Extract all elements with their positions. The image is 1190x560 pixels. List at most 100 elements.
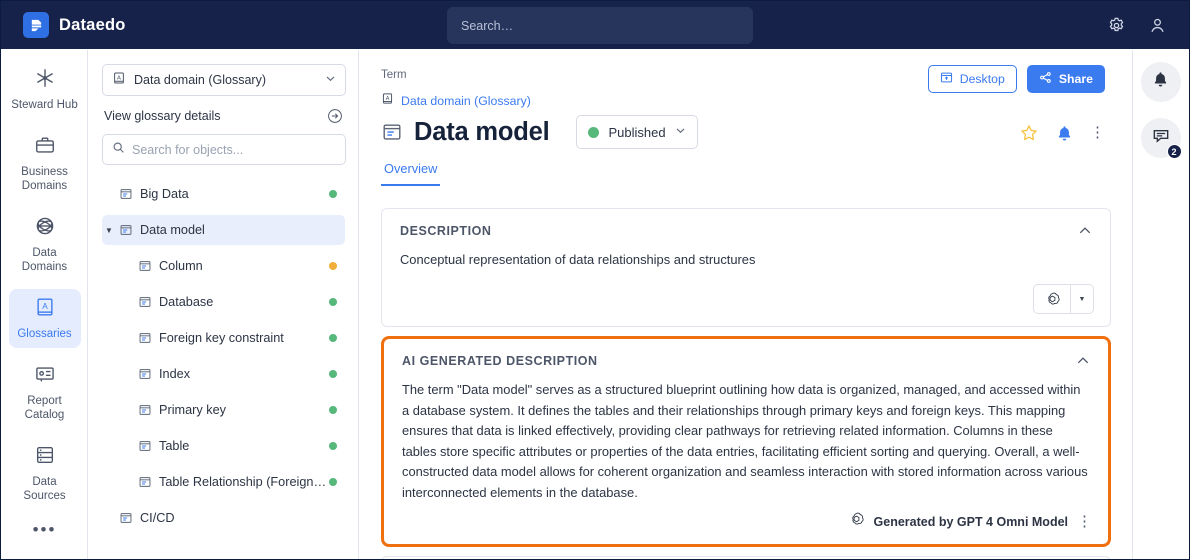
asterisk-star-icon bbox=[34, 67, 56, 94]
description-card-title: DESCRIPTION bbox=[400, 224, 492, 238]
arrow-right-circle-icon[interactable] bbox=[327, 108, 343, 124]
tree-item-label: Table Relationship (Foreign k... bbox=[159, 475, 329, 489]
tab-overview[interactable]: Overview bbox=[381, 161, 441, 186]
tab-bar: Overview bbox=[381, 161, 1135, 186]
search-objects-input[interactable] bbox=[132, 142, 336, 157]
tree-item-label: Database bbox=[159, 295, 214, 309]
sidebar-item-label: Steward Hub bbox=[11, 99, 78, 111]
ai-card-footer: Generated by GPT 4 Omni Model ⋮ bbox=[848, 511, 1092, 533]
bell-icon bbox=[1151, 70, 1170, 94]
desktop-button[interactable]: Desktop bbox=[927, 65, 1017, 93]
status-badge[interactable]: Published bbox=[576, 115, 698, 149]
status-dot bbox=[329, 370, 337, 378]
brand[interactable]: Dataedo bbox=[23, 12, 126, 38]
sidebar-more-button[interactable]: ••• bbox=[9, 518, 81, 542]
status-dot bbox=[329, 478, 337, 486]
term-icon bbox=[138, 331, 152, 345]
openai-gpt-icon[interactable] bbox=[1034, 285, 1070, 313]
tree-item-label: Big Data bbox=[140, 187, 189, 201]
gear-icon[interactable] bbox=[1107, 16, 1126, 35]
share-button-label: Share bbox=[1058, 72, 1093, 86]
share-button[interactable]: Share bbox=[1026, 65, 1105, 93]
tree-item[interactable]: CI/CD bbox=[102, 503, 345, 533]
title-actions: ⋮ bbox=[1019, 123, 1105, 143]
sidebar-item-label: Glossaries bbox=[17, 328, 72, 340]
term-icon bbox=[381, 121, 403, 143]
caret-down-icon[interactable]: ▼ bbox=[1070, 285, 1093, 313]
svg-text:A: A bbox=[386, 96, 390, 102]
brand-name: Dataedo bbox=[59, 15, 126, 34]
description-card: DESCRIPTION Conceptual representation of… bbox=[381, 208, 1111, 327]
status-dot bbox=[329, 334, 337, 342]
dataedo-logo-icon bbox=[23, 12, 49, 38]
chevron-up-icon[interactable] bbox=[1078, 224, 1092, 238]
openai-gpt-icon bbox=[848, 511, 865, 533]
main-content: Term A Data domain (Glossary) Data model bbox=[360, 50, 1135, 559]
status-label: Published bbox=[608, 124, 666, 140]
tree-item[interactable]: Table bbox=[102, 431, 345, 461]
kebab-menu-icon[interactable]: ⋮ bbox=[1077, 514, 1092, 529]
user-icon[interactable] bbox=[1148, 16, 1167, 35]
term-icon bbox=[119, 511, 133, 525]
object-search[interactable] bbox=[102, 134, 346, 165]
term-icon bbox=[138, 439, 152, 453]
ai-card-title: AI GENERATED DESCRIPTION bbox=[402, 354, 598, 368]
app-window: Dataedo Search… Steward Hub Business Dom… bbox=[0, 0, 1190, 560]
chevron-down-icon[interactable]: ▼ bbox=[102, 226, 116, 235]
term-icon bbox=[138, 295, 152, 309]
sidebar-item-steward-hub[interactable]: Steward Hub bbox=[9, 60, 81, 119]
tree-item[interactable]: Primary key bbox=[102, 395, 345, 425]
star-icon[interactable] bbox=[1019, 123, 1039, 143]
term-icon bbox=[138, 367, 152, 381]
tree-item[interactable]: ▼ Data model bbox=[102, 215, 345, 245]
tree-item[interactable]: Column bbox=[102, 251, 345, 281]
glossary-book-icon: A bbox=[112, 71, 126, 90]
page-title: Data model bbox=[414, 117, 550, 146]
sidebar-item-glossaries[interactable]: A Glossaries bbox=[8, 289, 81, 348]
briefcase-icon bbox=[34, 134, 56, 161]
tree-item-label: Primary key bbox=[159, 403, 226, 417]
svg-text:A: A bbox=[117, 75, 121, 81]
sidebar-item-data-domains[interactable]: Data Domains bbox=[9, 208, 81, 281]
search-input[interactable] bbox=[447, 7, 753, 44]
status-dot bbox=[588, 126, 600, 138]
description-text: Conceptual representation of data relati… bbox=[400, 252, 756, 267]
tree-item[interactable]: Big Data bbox=[102, 179, 345, 209]
report-icon bbox=[34, 363, 56, 390]
glossary-selector[interactable]: A Data domain (Glossary) bbox=[102, 64, 346, 96]
generate-description-group: ▼ bbox=[1033, 284, 1094, 314]
notifications-button[interactable] bbox=[1140, 62, 1181, 102]
kebab-menu-icon[interactable]: ⋮ bbox=[1090, 125, 1105, 140]
global-search[interactable] bbox=[447, 7, 753, 44]
breadcrumb-parent-link[interactable]: Data domain (Glossary) bbox=[401, 94, 531, 108]
sidebar-item-business-domains[interactable]: Business Domains bbox=[9, 127, 81, 200]
glossary-book-icon: A bbox=[381, 92, 394, 110]
bell-icon[interactable] bbox=[1055, 124, 1074, 143]
comments-button[interactable]: 2 bbox=[1140, 118, 1182, 159]
primary-nav-rail: Steward Hub Business Domains Data Domain… bbox=[2, 50, 88, 559]
status-dot bbox=[329, 190, 337, 198]
tree-item[interactable]: Foreign key constraint bbox=[102, 323, 345, 353]
tree-item[interactable]: Database bbox=[102, 287, 345, 317]
sidebar-item-data-sources[interactable]: Data Sources bbox=[9, 437, 81, 510]
view-glossary-details-row: View glossary details bbox=[104, 108, 343, 124]
comments-badge: 2 bbox=[1166, 144, 1182, 159]
status-dot bbox=[329, 298, 337, 306]
term-icon bbox=[119, 223, 133, 237]
sidebar-item-label: Business Domains bbox=[21, 166, 68, 192]
ai-card-header: AI GENERATED DESCRIPTION bbox=[384, 339, 1108, 368]
tree-item[interactable]: Index bbox=[102, 359, 345, 389]
desktop-app-icon bbox=[940, 71, 953, 87]
chevron-down-icon bbox=[675, 123, 686, 141]
sidebar-item-report-catalog[interactable]: Report Catalog bbox=[9, 356, 81, 429]
tree-item-label: Index bbox=[159, 367, 191, 381]
tree-item-label: CI/CD bbox=[140, 511, 175, 525]
chevron-up-icon[interactable] bbox=[1076, 354, 1090, 368]
right-utility-rail: 2 bbox=[1132, 50, 1188, 559]
status-dot bbox=[329, 442, 337, 450]
glossary-tree: Big Data ▼ Data model Column Database Foreign… bbox=[102, 179, 345, 533]
tree-item[interactable]: Table Relationship (Foreign k... bbox=[102, 467, 345, 497]
glossary-selector-value: Data domain (Glossary) bbox=[134, 73, 266, 87]
term-icon bbox=[138, 403, 152, 417]
share-icon bbox=[1039, 71, 1052, 87]
